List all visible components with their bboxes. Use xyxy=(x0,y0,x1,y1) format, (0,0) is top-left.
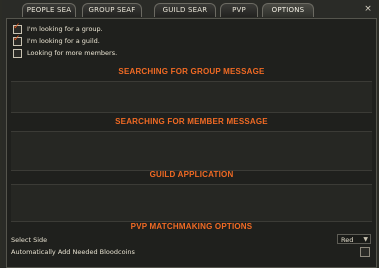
looking-for-group-label: I'm looking for a group. xyxy=(27,25,103,33)
group-message-field[interactable] xyxy=(11,81,372,113)
tab-options[interactable]: OPTIONS xyxy=(262,3,314,17)
group-message-heading: SEARCHING FOR GROUP MESSAGE xyxy=(118,67,265,76)
auto-bloodcoins-checkbox[interactable] xyxy=(360,247,370,257)
looking-for-members-label: Looking for more members. xyxy=(27,49,118,57)
member-message-heading: SEARCHING FOR MEMBER MESSAGE xyxy=(115,117,268,126)
looking-for-group-row[interactable]: I'm looking for a group. xyxy=(13,22,103,34)
guild-application-field[interactable] xyxy=(11,184,372,222)
options-panel: I'm looking for a group. I'm looking for… xyxy=(6,18,377,268)
select-side-value: Red xyxy=(341,236,354,244)
tab-pvp[interactable]: PVP xyxy=(220,3,258,17)
close-icon[interactable]: × xyxy=(363,4,373,14)
guild-application-heading: GUILD APPLICATION xyxy=(149,170,234,179)
pvp-options-heading: PVP MATCHMAKING OPTIONS xyxy=(130,222,253,231)
looking-for-guild-row[interactable]: I'm looking for a guild. xyxy=(13,34,100,46)
tab-guild-search[interactable]: GUILD SEAR xyxy=(154,3,216,17)
looking-for-members-row[interactable]: Looking for more members. xyxy=(13,48,117,58)
looking-for-guild-label: I'm looking for a guild. xyxy=(27,37,100,45)
tab-group-search[interactable]: GROUP SEAF xyxy=(82,3,142,17)
looking-for-group-checkbox[interactable] xyxy=(13,22,22,34)
chevron-down-icon: ▼ xyxy=(363,236,368,243)
select-side-label: Select Side xyxy=(11,236,48,244)
auto-bloodcoins-label: Automatically Add Needed Bloodcoins xyxy=(11,248,135,256)
looking-for-guild-checkbox[interactable] xyxy=(13,34,22,46)
options-window: PEOPLE SEA GROUP SEAF GUILD SEAR PVP OPT… xyxy=(2,0,377,268)
tab-people-search[interactable]: PEOPLE SEA xyxy=(22,3,76,17)
member-message-field[interactable] xyxy=(11,131,372,171)
select-side-dropdown[interactable]: Red ▼ xyxy=(337,234,371,244)
looking-for-members-checkbox[interactable] xyxy=(13,48,22,58)
